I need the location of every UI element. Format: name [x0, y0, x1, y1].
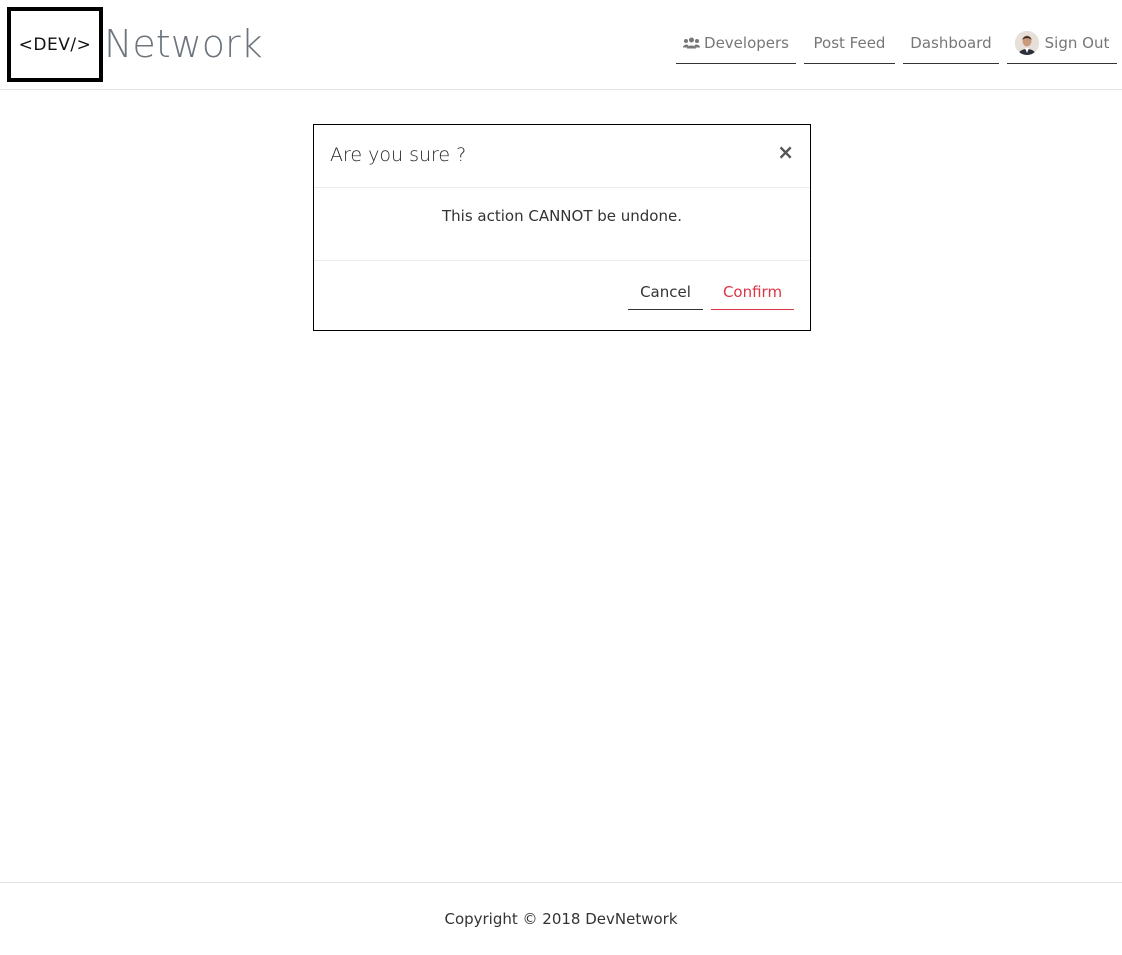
navbar: <DEV/> Network Developers Post Feed Dash…	[0, 0, 1122, 90]
dialog-footer: Cancel Confirm	[314, 261, 810, 330]
nav-post-feed[interactable]: Post Feed	[804, 28, 895, 64]
dialog-body: This action CANNOT be undone.	[314, 188, 810, 261]
nav-developers[interactable]: Developers	[676, 28, 796, 64]
users-icon	[683, 37, 701, 48]
logo-text: <DEV/>	[18, 34, 92, 55]
confirm-button[interactable]: Confirm	[711, 275, 794, 310]
nav-sign-out[interactable]: Sign Out	[1007, 28, 1117, 64]
nav-dashboard-label: Dashboard	[910, 33, 992, 52]
cancel-button[interactable]: Cancel	[628, 275, 703, 310]
nav-dashboard[interactable]: Dashboard	[903, 28, 999, 64]
nav-post-feed-label: Post Feed	[813, 33, 886, 52]
dialog-title: Are you sure ?	[330, 144, 467, 166]
dialog-header: Are you sure ? ×	[314, 125, 810, 188]
nav-sign-out-label: Sign Out	[1044, 33, 1110, 52]
confirm-dialog: Are you sure ? × This action CANNOT be u…	[313, 124, 811, 331]
brand-name[interactable]: Network	[104, 18, 263, 70]
avatar	[1014, 30, 1039, 55]
footer: Copyright © 2018 DevNetwork	[0, 882, 1122, 955]
nav-developers-label: Developers	[704, 33, 789, 52]
close-icon[interactable]: ×	[777, 142, 794, 162]
copyright-text: Copyright © 2018 DevNetwork	[444, 910, 678, 928]
logo[interactable]: <DEV/>	[7, 7, 103, 82]
dialog-message: This action CANNOT be undone.	[441, 207, 682, 225]
